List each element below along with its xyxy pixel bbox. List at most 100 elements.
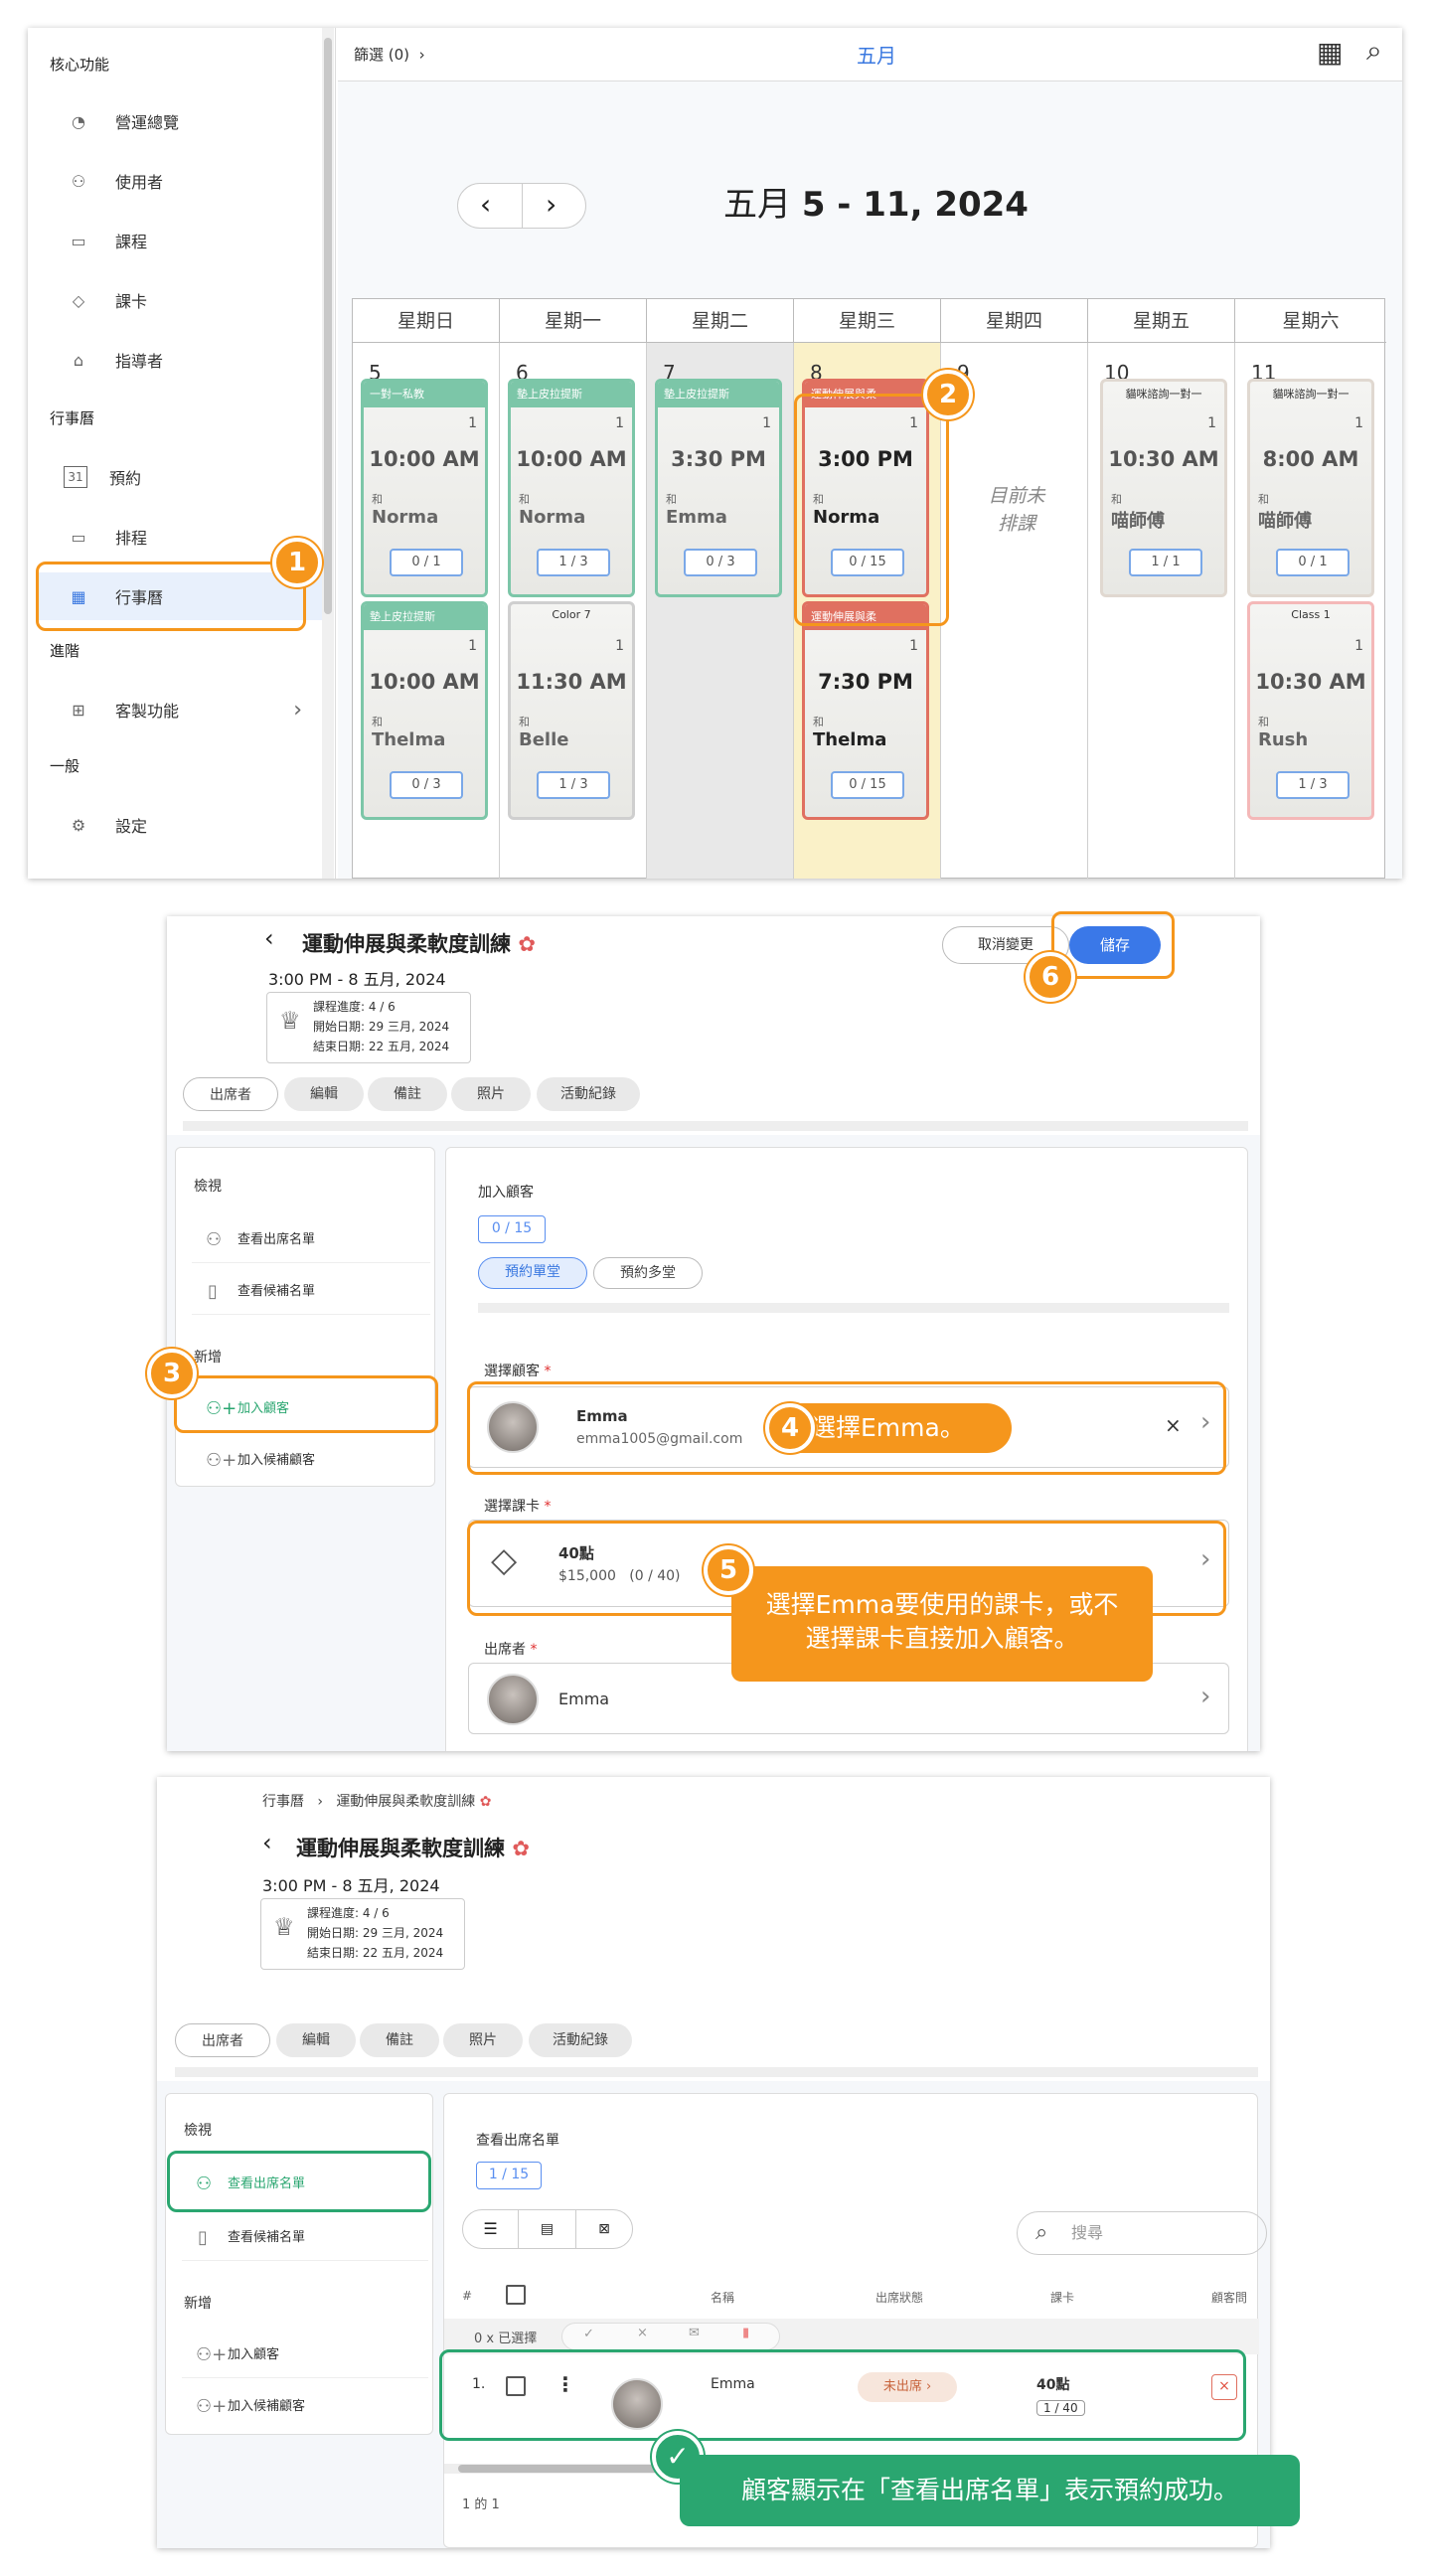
back-icon[interactable]: ‹ bbox=[262, 1829, 272, 1856]
form-scrollbar[interactable] bbox=[478, 1303, 1229, 1313]
class-time: 10:30 AM bbox=[1108, 447, 1219, 471]
sidebar-item-courses[interactable]: ▭ 課程 bbox=[38, 217, 326, 264]
class-spots[interactable]: 1 / 1 bbox=[1129, 549, 1202, 576]
back-icon[interactable]: ‹ bbox=[264, 924, 274, 952]
sidebar-category-general: 一般 bbox=[50, 757, 80, 775]
tab-notes[interactable]: 備註 bbox=[360, 2023, 439, 2057]
highlight-view-attendees bbox=[167, 2151, 431, 2212]
attendee-count-chip: 1 / 15 bbox=[476, 2162, 542, 2189]
menu-add-waitlist[interactable]: ⚇+ 加入候補顧客 bbox=[182, 2384, 428, 2430]
tab-notes[interactable]: 備註 bbox=[368, 1077, 447, 1111]
calendar-view-icon[interactable]: ▦ bbox=[1317, 36, 1343, 69]
column-name[interactable]: 名稱 bbox=[711, 2289, 734, 2306]
class-card[interactable]: 墊上皮拉提斯 1 10:00 AM 和 Norma 1 / 3 bbox=[508, 379, 635, 597]
class-spots[interactable]: 1 / 3 bbox=[537, 771, 610, 799]
sidebar-item-overview[interactable]: ◔ 營運總覽 bbox=[38, 97, 326, 145]
users-icon: ⚇ bbox=[206, 1229, 223, 1250]
search-icon[interactable]: ⌕ bbox=[1366, 34, 1382, 68]
tab-scrollbar[interactable] bbox=[183, 1121, 1248, 1131]
tab-edit[interactable]: 編輯 bbox=[276, 2023, 356, 2057]
select-all-checkbox[interactable] bbox=[506, 2285, 526, 2305]
column-question[interactable]: 顧客問 bbox=[1211, 2289, 1247, 2306]
class-card[interactable]: 墊上皮拉提斯 1 10:00 AM 和 Thelma 0 / 3 bbox=[361, 601, 488, 820]
column-index: # bbox=[462, 2289, 473, 2303]
check-icon[interactable]: ✓ bbox=[583, 2327, 594, 2341]
class-capacity: 1 bbox=[762, 415, 771, 431]
step-badge-4: 4 bbox=[765, 1403, 815, 1453]
class-with-label: 和 bbox=[372, 716, 383, 728]
tab-photos[interactable]: 照片 bbox=[451, 1077, 531, 1111]
tab-activity[interactable]: 活動紀錄 bbox=[529, 2023, 632, 2057]
new-section-heading: 新增 bbox=[194, 1350, 222, 1366]
sidebar-item-users[interactable]: ⚇ 使用者 bbox=[38, 157, 326, 205]
pagination-info: 1 的 1 bbox=[462, 2497, 500, 2512]
view-section-heading: 檢視 bbox=[184, 2123, 212, 2139]
menu-view-waitlist[interactable]: ▯ 查看候補名單 bbox=[182, 2215, 428, 2261]
class-card[interactable]: Class 1 1 10:30 AM 和 Rush 1 / 3 bbox=[1247, 601, 1374, 820]
filter-icon[interactable]: ☰ bbox=[463, 2210, 519, 2248]
book-multiple-button[interactable]: 預約多堂 bbox=[593, 1257, 703, 1289]
close-icon[interactable]: × bbox=[637, 2326, 648, 2340]
tab-attendees[interactable]: 出席者 bbox=[175, 2023, 270, 2057]
calendar-31-icon: 31 bbox=[64, 466, 87, 488]
class-card[interactable]: 貓咪諮詢一對一 1 8:00 AM 和喵師傅 0 / 1 bbox=[1247, 379, 1374, 597]
week-range-title: 五月 5 - 11, 2024 bbox=[723, 185, 1029, 225]
class-datetime: 3:00 PM - 8 五月, 2024 bbox=[268, 970, 446, 989]
class-card[interactable]: 一對一私教 1 10:00 AM 和 Norma 0 / 1 bbox=[361, 379, 488, 597]
attendee-side-menu: 檢視 ⚇ 查看出席名單 ▯ 查看候補名單 新增 ⚇+ 加入顧客 ⚇+ 加入候補顧客 bbox=[165, 2093, 433, 2435]
trash-icon[interactable]: ▮ bbox=[742, 2326, 749, 2340]
class-capacity: 1 bbox=[468, 415, 477, 431]
book-single-button[interactable]: 預約單堂 bbox=[478, 1257, 587, 1289]
tab-photos[interactable]: 照片 bbox=[443, 2023, 523, 2057]
menu-view-waitlist[interactable]: ▯ 查看候補名單 bbox=[192, 1269, 430, 1315]
excel-icon[interactable]: ⊠ bbox=[576, 2210, 632, 2248]
class-spots[interactable]: 0 / 1 bbox=[1276, 549, 1350, 576]
menu-add-customer[interactable]: ⚇+ 加入顧客 bbox=[182, 2333, 428, 2378]
sidebar-scrollbar[interactable] bbox=[322, 28, 334, 879]
class-time: 8:00 AM bbox=[1262, 447, 1359, 471]
column-status[interactable]: 出席狀態 bbox=[875, 2289, 923, 2306]
tag-icon: ◇ bbox=[72, 290, 85, 310]
breadcrumb-calendar[interactable]: 行事曆 bbox=[262, 1794, 304, 1810]
class-teacher: Emma bbox=[666, 507, 727, 528]
day-column bbox=[941, 343, 1088, 879]
class-spots[interactable]: 1 / 3 bbox=[1276, 771, 1350, 799]
class-spots[interactable]: 1 / 3 bbox=[537, 549, 610, 576]
filter-button[interactable]: 篩選 (0) › bbox=[354, 44, 425, 65]
award-icon: ♕ bbox=[279, 1007, 301, 1035]
tab-activity[interactable]: 活動紀錄 bbox=[537, 1077, 640, 1111]
class-teacher: Thelma bbox=[372, 729, 446, 750]
search-input[interactable]: ⌕ 搜尋 bbox=[1017, 2211, 1267, 2255]
sidebar-item-instructors[interactable]: ⌂ 指導者 bbox=[38, 336, 326, 384]
dashboard-icon: ◔ bbox=[72, 111, 85, 131]
sidebar-item-booking[interactable]: 31 預約 bbox=[38, 453, 326, 501]
sidebar-item-cards[interactable]: ◇ 課卡 bbox=[38, 276, 326, 324]
csv-icon[interactable]: ▤ bbox=[519, 2210, 576, 2248]
menu-add-waitlist[interactable]: ⚇+ 加入候補顧客 bbox=[192, 1438, 430, 1484]
tab-scrollbar[interactable] bbox=[175, 2067, 1258, 2077]
list-title: 查看出席名單 bbox=[476, 2133, 559, 2149]
prev-week-button[interactable]: ‹ bbox=[480, 188, 491, 221]
class-card[interactable]: 貓咪諮詢一對一 1 10:30 AM 和喵師傅 1 / 1 bbox=[1100, 379, 1227, 597]
class-spots[interactable]: 0 / 3 bbox=[684, 549, 757, 576]
class-card[interactable]: 運動伸展與柔 1 7:30 PM 和 Thelma 0 / 15 bbox=[802, 601, 929, 820]
class-time: 3:30 PM bbox=[671, 447, 766, 471]
class-card[interactable]: 墊上皮拉提斯 1 3:30 PM 和 Emma 0 / 3 bbox=[655, 379, 782, 597]
column-card[interactable]: 課卡 bbox=[1050, 2289, 1074, 2306]
next-week-button[interactable]: › bbox=[546, 188, 556, 221]
sidebar-item-settings[interactable]: ⚙ 設定 bbox=[38, 801, 326, 849]
step-badge-6: 6 bbox=[1026, 952, 1075, 1002]
clipboard-icon: ▯ bbox=[198, 2227, 208, 2248]
mail-icon[interactable]: ✉ bbox=[689, 2326, 700, 2340]
sidebar-item-custom[interactable]: ⊞ 客製功能 › bbox=[38, 686, 326, 733]
class-spots[interactable]: 0 / 15 bbox=[831, 771, 904, 799]
class-spots[interactable]: 0 / 1 bbox=[390, 549, 463, 576]
tab-edit[interactable]: 編輯 bbox=[284, 1077, 364, 1111]
menu-view-attendees[interactable]: ⚇ 查看出席名單 bbox=[192, 1217, 430, 1263]
calendar-topbar: 篩選 (0) › 五月 ▦ ⌕ bbox=[338, 28, 1402, 81]
class-spots[interactable]: 0 / 3 bbox=[390, 771, 463, 799]
attendee-side-menu: 檢視 ⚇ 查看出席名單 ▯ 查看候補名單 新增 ⚇+ 加入顧客 ⚇+ 加入候補顧客 bbox=[175, 1147, 435, 1487]
class-card[interactable]: Color 7 1 11:30 AM 和 Belle 1 / 3 bbox=[508, 601, 635, 820]
tab-attendees[interactable]: 出席者 bbox=[183, 1077, 278, 1111]
course-progress-box: ♕ 課程進度: 4 / 6 開始日期: 29 三月, 2024 結束日期: 22… bbox=[266, 992, 471, 1063]
